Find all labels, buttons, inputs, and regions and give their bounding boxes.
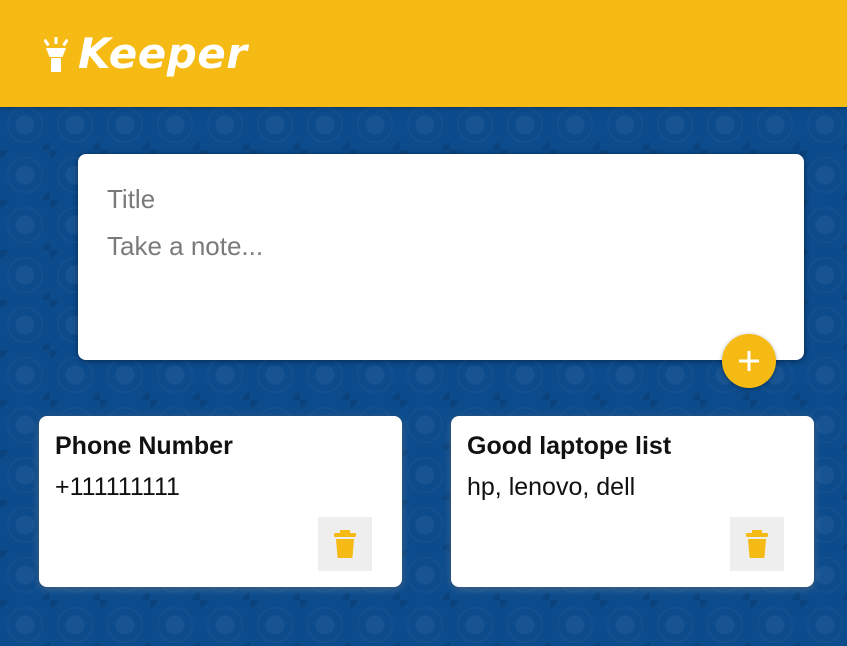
add-note-button[interactable]: [722, 334, 776, 388]
highlight-lightbulb-icon: [44, 37, 68, 72]
trash-icon: [746, 530, 768, 558]
delete-note-button[interactable]: [730, 517, 784, 571]
trash-icon: [334, 530, 356, 558]
app-header: Keeper: [0, 0, 847, 107]
note-card: Good laptope list hp, lenovo, dell: [451, 416, 814, 587]
note-title: Phone Number: [55, 432, 233, 460]
delete-note-button[interactable]: [318, 517, 372, 571]
note-content-input[interactable]: [107, 229, 767, 319]
create-note-form: [78, 154, 804, 360]
app-title: Keeper: [78, 29, 248, 78]
note-content: hp, lenovo, dell: [467, 473, 636, 501]
plus-icon: [739, 351, 759, 371]
note-title: Good laptope list: [467, 432, 672, 460]
note-title-input[interactable]: [107, 182, 767, 216]
note-content: +111111111: [55, 473, 180, 501]
note-card: Phone Number +111111111: [39, 416, 402, 587]
